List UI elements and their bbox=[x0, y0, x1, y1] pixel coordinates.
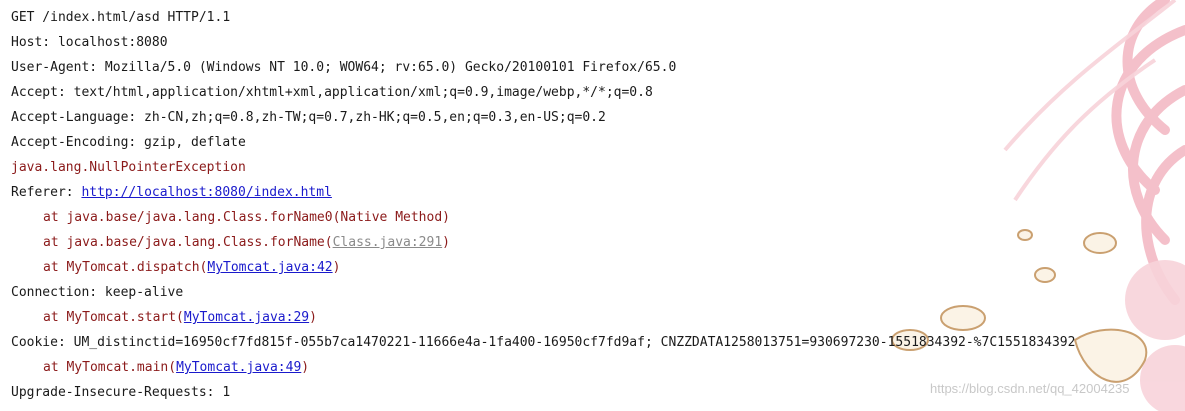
accept-header: Accept: text/html,application/xhtml+xml,… bbox=[11, 85, 653, 100]
host-header: Host: localhost:8080 bbox=[11, 35, 168, 50]
stack-frame-paren: ) bbox=[301, 360, 310, 375]
cookie-header: Cookie: UM_distinctid=16950cf7fd815f-055… bbox=[11, 335, 1076, 350]
stack-frame-text: at MyTomcat.main( bbox=[43, 360, 177, 375]
referer-header: Referer: http://localhost:8080/index.htm… bbox=[11, 180, 1185, 205]
stack-frame-paren: ) bbox=[332, 260, 341, 275]
stack-frame-paren: ) bbox=[309, 310, 317, 325]
stack-frame: at MyTomcat.start(MyTomcat.java:29) bbox=[11, 305, 1185, 330]
exception-line: java.lang.NullPointerException bbox=[11, 160, 246, 175]
stack-frame: at java.base/java.lang.Class.forName(Cla… bbox=[11, 230, 1185, 255]
console-output: GET /index.html/asd HTTP/1.1 Host: local… bbox=[11, 5, 1185, 405]
watermark: https://blog.csdn.net/qq_42004235 bbox=[930, 381, 1130, 396]
stack-frame-paren: ) bbox=[442, 235, 450, 250]
stack-frame: at MyTomcat.dispatch(MyTomcat.java:42) bbox=[11, 255, 1185, 280]
stack-frame-link[interactable]: Class.java:291 bbox=[333, 235, 443, 250]
stack-frame-link[interactable]: MyTomcat.java:49 bbox=[176, 360, 301, 375]
user-agent-header: User-Agent: Mozilla/5.0 (Windows NT 10.0… bbox=[11, 60, 677, 75]
stack-frame: at MyTomcat.main(MyTomcat.java:49) bbox=[11, 355, 1185, 380]
request-line: GET /index.html/asd HTTP/1.1 bbox=[11, 10, 231, 25]
accept-encoding-header: Accept-Encoding: gzip, deflate bbox=[11, 135, 246, 150]
stack-frame-text: at MyTomcat.start( bbox=[43, 310, 184, 325]
accept-language-header: Accept-Language: zh-CN,zh;q=0.8,zh-TW;q=… bbox=[11, 110, 606, 125]
referer-link[interactable]: http://localhost:8080/index.html bbox=[81, 185, 331, 200]
stack-frame-link[interactable]: MyTomcat.java:42 bbox=[207, 260, 332, 275]
stack-frame-text: at MyTomcat.dispatch( bbox=[43, 260, 208, 275]
stack-frame: at java.base/java.lang.Class.forName0(Na… bbox=[43, 210, 450, 225]
connection-header: Connection: keep-alive bbox=[11, 285, 184, 300]
referer-label: Referer: bbox=[11, 185, 82, 200]
stack-frame-text: at java.base/java.lang.Class.forName( bbox=[43, 235, 333, 250]
stack-frame-link[interactable]: MyTomcat.java:29 bbox=[184, 310, 309, 325]
